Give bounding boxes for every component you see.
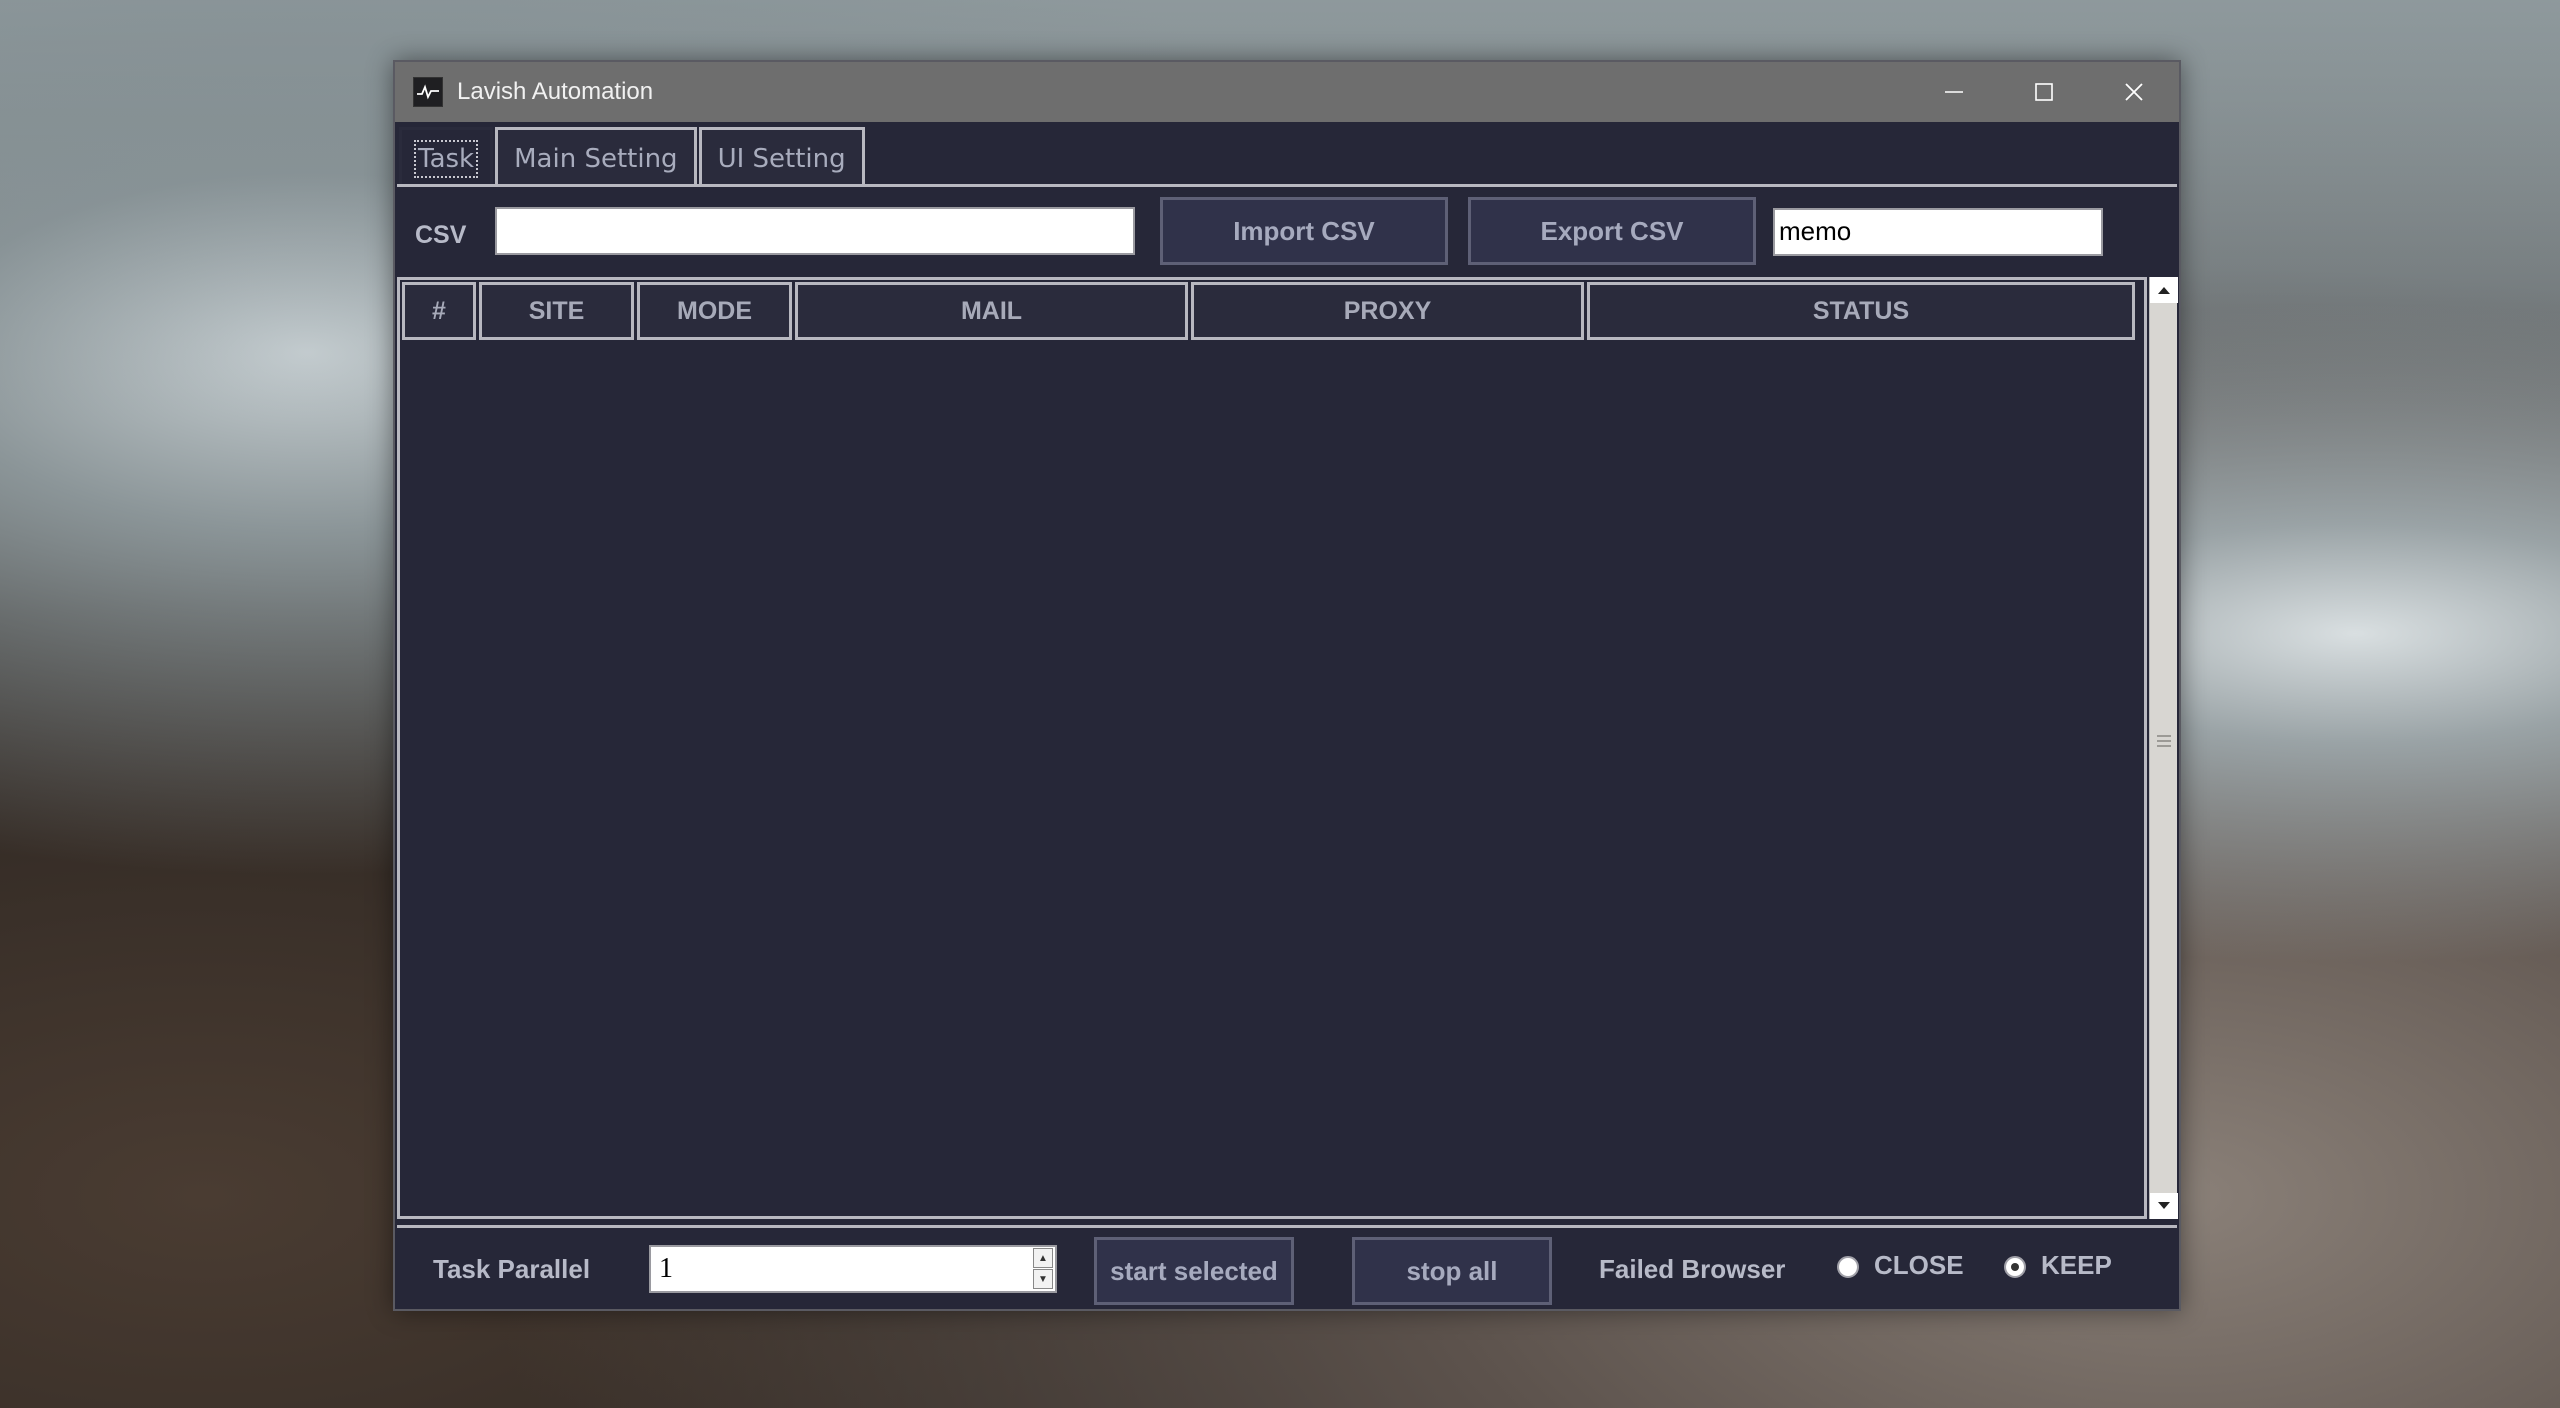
spin-down-icon[interactable]: ▼ xyxy=(1033,1269,1053,1289)
arrow-up-icon xyxy=(2158,287,2170,294)
start-selected-button[interactable]: start selected xyxy=(1094,1237,1294,1305)
window-title: Lavish Automation xyxy=(457,78,654,105)
radio-close[interactable] xyxy=(1837,1256,1859,1278)
column-header-site[interactable]: SITE xyxy=(479,282,634,340)
task-parallel-spinner[interactable]: ▲ ▼ xyxy=(1033,1248,1053,1290)
tab-main-setting-label: Main Setting xyxy=(514,143,678,174)
export-csv-button[interactable]: Export CSV xyxy=(1468,197,1756,265)
table-vertical-scrollbar[interactable] xyxy=(2149,277,2178,1219)
radio-keep[interactable] xyxy=(2004,1256,2026,1278)
maximize-icon xyxy=(2035,83,2053,101)
minimize-button[interactable] xyxy=(1909,62,1999,122)
failed-browser-label: Failed Browser xyxy=(1599,1254,1786,1284)
close-icon xyxy=(2125,83,2143,101)
scroll-down-button[interactable] xyxy=(2150,1193,2178,1219)
scroll-up-button[interactable] xyxy=(2150,277,2178,303)
app-logo-icon xyxy=(413,77,443,107)
bottom-controls: Task Parallel 1 ▲ ▼ start selected stop … xyxy=(397,1225,2177,1309)
column-header-status[interactable]: STATUS xyxy=(1587,282,2135,340)
table-header: # SITE MODE MAIL PROXY STATUS xyxy=(402,282,2138,340)
spin-up-icon[interactable]: ▲ xyxy=(1033,1248,1053,1268)
maximize-button[interactable] xyxy=(1999,62,2089,122)
radio-keep-label[interactable]: KEEP xyxy=(2041,1250,2112,1281)
tab-ui-setting[interactable]: UI Setting xyxy=(698,127,865,187)
column-header-mail[interactable]: MAIL xyxy=(795,282,1188,340)
title-bar[interactable]: Lavish Automation xyxy=(395,62,2179,122)
minimize-icon xyxy=(1945,91,1963,93)
memo-input[interactable]: memo xyxy=(1773,208,2103,256)
stop-all-button[interactable]: stop all xyxy=(1352,1237,1552,1305)
tab-bar: Task Main Setting UI Setting xyxy=(399,127,867,187)
radio-close-label[interactable]: CLOSE xyxy=(1874,1250,1964,1281)
task-parallel-label: Task Parallel xyxy=(433,1254,591,1284)
close-window-button[interactable] xyxy=(2089,62,2179,122)
tab-ui-setting-label: UI Setting xyxy=(717,143,846,174)
csv-row: CSV Import CSV Export CSV memo xyxy=(397,187,2177,272)
column-header-number[interactable]: # xyxy=(402,282,476,340)
csv-label: CSV xyxy=(415,221,467,249)
scrollbar-grip[interactable] xyxy=(2157,735,2171,751)
task-tab-panel: CSV Import CSV Export CSV memo # SITE MO… xyxy=(397,184,2178,1309)
import-csv-button[interactable]: Import CSV xyxy=(1160,197,1448,265)
tab-task[interactable]: Task xyxy=(399,127,494,187)
arrow-down-icon xyxy=(2158,1202,2170,1209)
task-parallel-input[interactable]: 1 xyxy=(649,1245,1057,1293)
column-header-proxy[interactable]: PROXY xyxy=(1191,282,1584,340)
tab-main-setting[interactable]: Main Setting xyxy=(495,127,697,187)
tab-task-label: Task xyxy=(413,139,479,178)
csv-path-input[interactable] xyxy=(495,207,1135,255)
app-window: Lavish Automation Task Main Setting UI S… xyxy=(393,60,2181,1311)
column-header-mode[interactable]: MODE xyxy=(637,282,792,340)
task-table[interactable]: # SITE MODE MAIL PROXY STATUS xyxy=(397,277,2147,1219)
